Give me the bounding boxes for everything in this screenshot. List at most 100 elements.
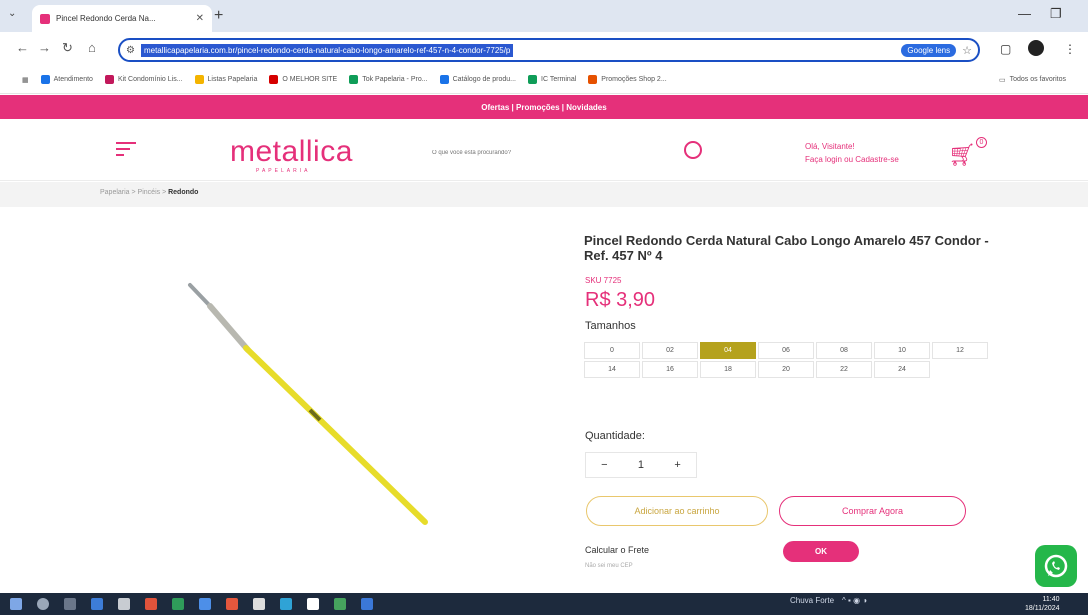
forward-icon[interactable]: → [38,40,51,55]
windows-start-icon[interactable] [10,598,22,610]
whatsapp-button[interactable] [1035,545,1077,587]
login-register-text[interactable]: Faça login ou Cadastre-se [805,153,899,166]
bookmark-favicon-icon [104,75,114,84]
breadcrumb-path[interactable]: Papelaria > Pincéis > [100,189,166,196]
login-link[interactable]: Olá, Visitante! Faça login ou Cadastre-s… [805,140,899,166]
folder-icon: ▭ [998,76,1006,84]
clock-time: 11:40 [1042,596,1060,603]
site-logo[interactable]: metallica [230,135,353,169]
taskbar-app-icon[interactable] [334,598,346,610]
bookmark-item[interactable]: O MELHOR SITE [269,75,337,84]
taskbar-app-icon[interactable] [145,598,157,610]
bookmark-item[interactable]: Tok Papelaria - Pro... [349,75,428,84]
taskbar-app-icon[interactable] [91,598,103,610]
apps-grid-icon[interactable]: ▦ [22,76,29,84]
quantity-stepper: − 1 + [585,452,697,478]
size-option[interactable]: 08 [816,342,872,359]
freight-label: Calcular o Frete [585,545,650,555]
breadcrumb: Papelaria > Pincéis > Redondo [100,189,198,196]
quantity-label: Quantidade: [585,430,645,442]
search-icon[interactable] [684,141,702,159]
bookmarks-bar: ▦ Atendimento Kit Condomínio Lis... List… [0,66,1088,94]
taskbar-app-icon[interactable] [199,598,211,610]
size-option[interactable]: 22 [816,361,872,378]
cart-icon[interactable]: 🛒︎ [948,142,976,168]
site-logo-subtitle: PAPELARIA [256,168,311,174]
site-info-icon[interactable]: ⚙ [126,45,135,56]
bookmark-item[interactable]: Catálogo de produ... [439,75,516,84]
size-option[interactable]: 14 [584,361,640,378]
breadcrumb-current: Redondo [168,189,199,196]
size-option[interactable]: 16 [642,361,698,378]
minimize-button[interactable]: — [1018,6,1031,21]
sizes-label: Tamanhos [585,320,636,332]
all-bookmarks-folder[interactable]: ▭ Todos os favoritos [999,76,1066,84]
taskbar-clock[interactable]: 11:40 18/11/2024 [1025,595,1060,613]
home-icon[interactable]: ⌂ [88,40,96,55]
new-tab-button[interactable]: + [214,7,223,25]
tab-list-button[interactable]: ⌄ [8,8,16,19]
taskbar-app-icon[interactable] [361,598,373,610]
size-option[interactable]: 06 [758,342,814,359]
search-input[interactable] [432,142,602,164]
size-option[interactable]: 20 [758,361,814,378]
bookmark-item[interactable]: Listas Papelaria [194,75,257,84]
bookmark-favicon-icon [40,75,50,84]
whatsapp-icon [1044,554,1068,578]
size-option[interactable]: 02 [642,342,698,359]
weather-widget[interactable]: Chuva Forte [790,596,834,605]
site-favicon-icon [40,13,50,24]
system-tray: Chuva Forte ^ ▪ ◉ ◑ [790,596,867,605]
task-view-icon[interactable] [64,598,76,610]
browser-tab-active[interactable]: Pincel Redondo Cerda Na... ✕ [32,5,212,32]
menu-kebab-icon[interactable]: ⋮ [1064,42,1076,56]
url-text[interactable]: metallicapapelaria.com.br/pincel-redondo… [140,43,514,57]
address-bar[interactable]: ⚙ metallicapapelaria.com.br/pincel-redon… [118,38,980,62]
hamburger-menu-icon[interactable] [116,138,136,160]
taskbar-app-icon[interactable] [307,598,319,610]
quantity-increase-button[interactable]: + [674,459,680,471]
bookmark-favicon-icon [194,75,204,84]
freight-ok-button[interactable]: OK [783,541,859,562]
bookmark-favicon-icon [528,75,537,84]
bookmark-item[interactable]: Promoções Shop 2... [588,75,667,84]
bookmark-favicon-icon [269,75,279,84]
size-option-selected[interactable]: 04 [700,342,756,359]
bookmark-star-icon[interactable]: ☆ [962,44,972,57]
tab-close-icon[interactable]: ✕ [196,13,204,24]
bookmark-item[interactable]: Atendimento [40,75,93,84]
size-option[interactable]: 18 [700,361,756,378]
product-title: Pincel Redondo Cerda Natural Cabo Longo … [584,233,989,263]
zip-help-link[interactable]: Não sei meu CEP [585,563,633,569]
buy-now-button[interactable]: Comprar Agora [779,496,966,526]
search-icon[interactable] [37,598,49,610]
back-icon[interactable]: ← [16,40,29,55]
taskbar-app-icon[interactable] [226,598,238,610]
tray-icons[interactable]: ^ ▪ ◉ ◑ [842,596,867,605]
size-option[interactable]: 0 [584,342,640,359]
extensions-icon[interactable]: ▢ [1000,42,1011,56]
size-option[interactable]: 24 [874,361,930,378]
taskbar-app-icon[interactable] [280,598,292,610]
size-option[interactable]: 10 [874,342,930,359]
quantity-value[interactable]: 1 [638,459,644,471]
restore-button[interactable]: ❐ [1050,6,1062,22]
taskbar-app-icon[interactable] [253,598,265,610]
size-option[interactable]: 12 [932,342,988,359]
bookmark-item[interactable]: Kit Condomínio Lis... [104,75,183,84]
add-to-cart-button[interactable]: Adicionar ao carrinho [586,496,768,526]
bookmark-favicon-icon [439,75,449,84]
taskbar-app-icon[interactable] [118,598,130,610]
reload-icon[interactable]: ↻ [62,40,73,56]
bookmark-favicon-icon [349,75,359,84]
quantity-decrease-button[interactable]: − [601,459,607,471]
profile-avatar[interactable] [1028,40,1044,56]
taskbar [0,593,1088,615]
tab-title: Pincel Redondo Cerda Na... [56,14,156,23]
cart-count-badge: 0 [976,137,987,148]
bookmark-item[interactable]: IC Terminal [528,75,576,84]
product-image[interactable] [150,260,470,540]
google-lens-chip[interactable]: Google lens [901,43,957,57]
taskbar-app-icon[interactable] [172,598,184,610]
promo-bar[interactable]: Ofertas | Promoções | Novidades [0,95,1088,119]
